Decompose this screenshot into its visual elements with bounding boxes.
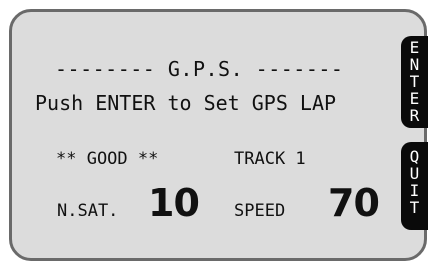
- enter-letter: R: [409, 106, 420, 125]
- gps-status: ** GOOD **: [56, 149, 159, 169]
- quit-letter: I: [409, 181, 420, 200]
- enter-button[interactable]: E N T E R: [401, 36, 428, 128]
- instruction-text: Push ENTER to Set GPS LAP: [35, 91, 337, 115]
- quit-button[interactable]: Q U I T: [401, 142, 428, 230]
- quit-letter: U: [409, 164, 420, 183]
- speed-value: 70: [328, 181, 380, 225]
- quit-letter: T: [409, 198, 420, 217]
- quit-letter: Q: [409, 147, 420, 166]
- enter-letter: N: [409, 55, 420, 74]
- enter-letter: E: [409, 38, 420, 57]
- satellites-label: N.SAT.: [57, 201, 119, 221]
- track-label: TRACK 1: [234, 149, 306, 169]
- satellites-value: 10: [148, 181, 200, 225]
- enter-letter: T: [409, 72, 420, 91]
- speed-label: SPEED: [234, 201, 286, 221]
- enter-letter: E: [409, 89, 420, 108]
- screen-title: -------- G.P.S. -------: [55, 57, 344, 81]
